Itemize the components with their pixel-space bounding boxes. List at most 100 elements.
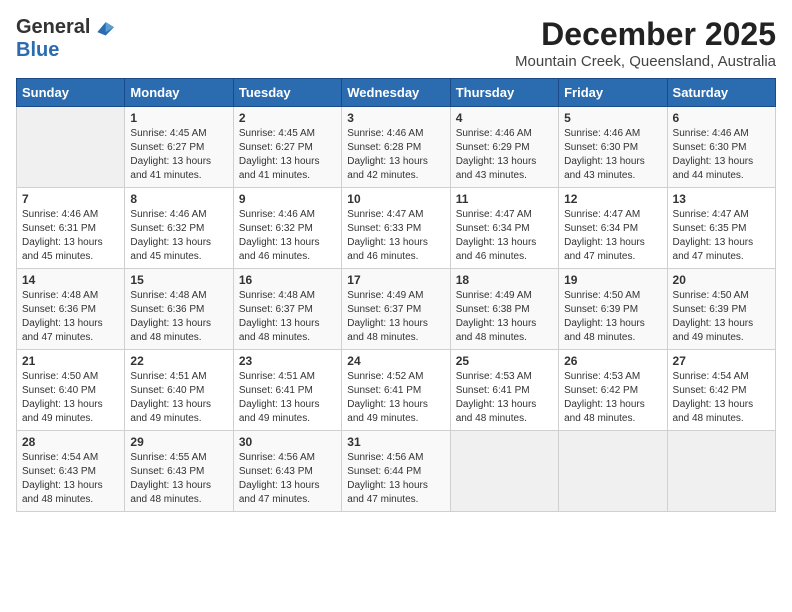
week-row: 21 Sunrise: 4:50 AM Sunset: 6:40 PM Dayli… [17, 350, 776, 431]
calendar-cell: 19 Sunrise: 4:50 AM Sunset: 6:39 PM Dayli… [559, 269, 667, 350]
day-info: Sunrise: 4:47 AM Sunset: 6:33 PM Dayligh… [347, 208, 444, 264]
calendar-header: SundayMondayTuesdayWednesdayThursdayFrid… [17, 79, 776, 107]
title-block: December 2025 Mountain Creek, Queensland… [515, 16, 776, 70]
day-info: Sunrise: 4:47 AM Sunset: 6:34 PM Dayligh… [456, 208, 553, 264]
calendar-cell: 26 Sunrise: 4:53 AM Sunset: 6:42 PM Dayli… [559, 350, 667, 431]
calendar-table: SundayMondayTuesdayWednesdayThursdayFrid… [16, 78, 776, 512]
calendar-cell: 8 Sunrise: 4:46 AM Sunset: 6:32 PM Daylig… [125, 188, 233, 269]
week-row: 7Sunrise: 4:46 AM Sunset: 6:31 PM Daylig… [17, 188, 776, 269]
day-info: Sunrise: 4:49 AM Sunset: 6:38 PM Dayligh… [456, 289, 553, 345]
day-number: 19 [564, 273, 661, 287]
logo-icon [94, 18, 114, 38]
calendar-cell: 2Sunrise: 4:45 AM Sunset: 6:27 PM Daylig… [233, 107, 341, 188]
day-info: Sunrise: 4:53 AM Sunset: 6:42 PM Dayligh… [564, 370, 661, 426]
day-number: 29 [130, 435, 227, 449]
day-number: 1 [130, 111, 227, 125]
day-info: Sunrise: 4:46 AM Sunset: 6:30 PM Dayligh… [673, 127, 770, 183]
day-number: 13 [673, 192, 770, 206]
day-number: 9 [239, 192, 336, 206]
day-number: 21 [22, 354, 119, 368]
day-info: Sunrise: 4:56 AM Sunset: 6:44 PM Dayligh… [347, 451, 444, 507]
week-row: 1 Sunrise: 4:45 AM Sunset: 6:27 PM Daylig… [17, 107, 776, 188]
calendar-cell: 31Sunrise: 4:56 AM Sunset: 6:44 PM Dayli… [342, 431, 450, 512]
page-header: General Blue December 2025 Mountain Cree… [16, 16, 776, 70]
day-number: 23 [239, 354, 336, 368]
calendar-cell [559, 431, 667, 512]
day-info: Sunrise: 4:54 AM Sunset: 6:42 PM Dayligh… [673, 370, 770, 426]
calendar-cell: 11 Sunrise: 4:47 AM Sunset: 6:34 PM Dayli… [450, 188, 558, 269]
day-number: 26 [564, 354, 661, 368]
day-number: 18 [456, 273, 553, 287]
day-info: Sunrise: 4:46 AM Sunset: 6:29 PM Dayligh… [456, 127, 553, 183]
header-sunday: Sunday [17, 79, 125, 107]
header-tuesday: Tuesday [233, 79, 341, 107]
day-info: Sunrise: 4:50 AM Sunset: 6:40 PM Dayligh… [22, 370, 119, 426]
header-friday: Friday [559, 79, 667, 107]
day-number: 16 [239, 273, 336, 287]
day-number: 5 [564, 111, 661, 125]
day-info: Sunrise: 4:48 AM Sunset: 6:36 PM Dayligh… [130, 289, 227, 345]
month-title: December 2025 [515, 16, 776, 53]
day-info: Sunrise: 4:56 AM Sunset: 6:43 PM Dayligh… [239, 451, 336, 507]
calendar-cell: 22Sunrise: 4:51 AM Sunset: 6:40 PM Dayli… [125, 350, 233, 431]
calendar-cell [17, 107, 125, 188]
calendar-cell: 21 Sunrise: 4:50 AM Sunset: 6:40 PM Dayli… [17, 350, 125, 431]
logo-blue: Blue [16, 39, 59, 61]
header-monday: Monday [125, 79, 233, 107]
day-number: 12 [564, 192, 661, 206]
day-number: 20 [673, 273, 770, 287]
calendar-cell: 16 Sunrise: 4:48 AM Sunset: 6:37 PM Dayli… [233, 269, 341, 350]
logo: General Blue [16, 16, 114, 62]
day-info: Sunrise: 4:49 AM Sunset: 6:37 PM Dayligh… [347, 289, 444, 345]
calendar-cell: 28Sunrise: 4:54 AM Sunset: 6:43 PM Dayli… [17, 431, 125, 512]
day-info: Sunrise: 4:46 AM Sunset: 6:28 PM Dayligh… [347, 127, 444, 183]
header-wednesday: Wednesday [342, 79, 450, 107]
calendar-cell: 20Sunrise: 4:50 AM Sunset: 6:39 PM Dayli… [667, 269, 775, 350]
calendar-cell: 7Sunrise: 4:46 AM Sunset: 6:31 PM Daylig… [17, 188, 125, 269]
day-info: Sunrise: 4:46 AM Sunset: 6:30 PM Dayligh… [564, 127, 661, 183]
calendar-body: 1 Sunrise: 4:45 AM Sunset: 6:27 PM Daylig… [17, 107, 776, 512]
day-info: Sunrise: 4:45 AM Sunset: 6:27 PM Dayligh… [130, 127, 227, 183]
day-number: 8 [130, 192, 227, 206]
calendar-cell: 3Sunrise: 4:46 AM Sunset: 6:28 PM Daylig… [342, 107, 450, 188]
day-info: Sunrise: 4:48 AM Sunset: 6:36 PM Dayligh… [22, 289, 119, 345]
day-info: Sunrise: 4:46 AM Sunset: 6:31 PM Dayligh… [22, 208, 119, 264]
calendar-cell: 23 Sunrise: 4:51 AM Sunset: 6:41 PM Dayli… [233, 350, 341, 431]
calendar-cell [667, 431, 775, 512]
day-info: Sunrise: 4:52 AM Sunset: 6:41 PM Dayligh… [347, 370, 444, 426]
header-thursday: Thursday [450, 79, 558, 107]
day-info: Sunrise: 4:51 AM Sunset: 6:41 PM Dayligh… [239, 370, 336, 426]
calendar-cell: 13Sunrise: 4:47 AM Sunset: 6:35 PM Dayli… [667, 188, 775, 269]
day-number: 4 [456, 111, 553, 125]
calendar-cell: 17Sunrise: 4:49 AM Sunset: 6:37 PM Dayli… [342, 269, 450, 350]
calendar-cell [450, 431, 558, 512]
calendar-cell: 4 Sunrise: 4:46 AM Sunset: 6:29 PM Daylig… [450, 107, 558, 188]
calendar-cell: 18 Sunrise: 4:49 AM Sunset: 6:38 PM Dayli… [450, 269, 558, 350]
calendar-cell: 12 Sunrise: 4:47 AM Sunset: 6:34 PM Dayli… [559, 188, 667, 269]
week-row: 14 Sunrise: 4:48 AM Sunset: 6:36 PM Dayli… [17, 269, 776, 350]
day-info: Sunrise: 4:46 AM Sunset: 6:32 PM Dayligh… [130, 208, 227, 264]
day-number: 10 [347, 192, 444, 206]
day-number: 2 [239, 111, 336, 125]
day-info: Sunrise: 4:50 AM Sunset: 6:39 PM Dayligh… [564, 289, 661, 345]
calendar-cell: 24 Sunrise: 4:52 AM Sunset: 6:41 PM Dayli… [342, 350, 450, 431]
day-number: 6 [673, 111, 770, 125]
day-info: Sunrise: 4:47 AM Sunset: 6:34 PM Dayligh… [564, 208, 661, 264]
subtitle: Mountain Creek, Queensland, Australia [515, 53, 776, 70]
calendar-cell: 14 Sunrise: 4:48 AM Sunset: 6:36 PM Dayli… [17, 269, 125, 350]
day-number: 11 [456, 192, 553, 206]
day-info: Sunrise: 4:55 AM Sunset: 6:43 PM Dayligh… [130, 451, 227, 507]
week-row: 28Sunrise: 4:54 AM Sunset: 6:43 PM Dayli… [17, 431, 776, 512]
calendar-cell: 15Sunrise: 4:48 AM Sunset: 6:36 PM Dayli… [125, 269, 233, 350]
day-info: Sunrise: 4:48 AM Sunset: 6:37 PM Dayligh… [239, 289, 336, 345]
day-number: 24 [347, 354, 444, 368]
day-number: 28 [22, 435, 119, 449]
day-number: 30 [239, 435, 336, 449]
calendar-cell: 6 Sunrise: 4:46 AM Sunset: 6:30 PM Daylig… [667, 107, 775, 188]
calendar-cell: 29 Sunrise: 4:55 AM Sunset: 6:43 PM Dayli… [125, 431, 233, 512]
day-number: 27 [673, 354, 770, 368]
day-number: 14 [22, 273, 119, 287]
day-number: 25 [456, 354, 553, 368]
calendar-cell: 30 Sunrise: 4:56 AM Sunset: 6:43 PM Dayli… [233, 431, 341, 512]
day-info: Sunrise: 4:53 AM Sunset: 6:41 PM Dayligh… [456, 370, 553, 426]
